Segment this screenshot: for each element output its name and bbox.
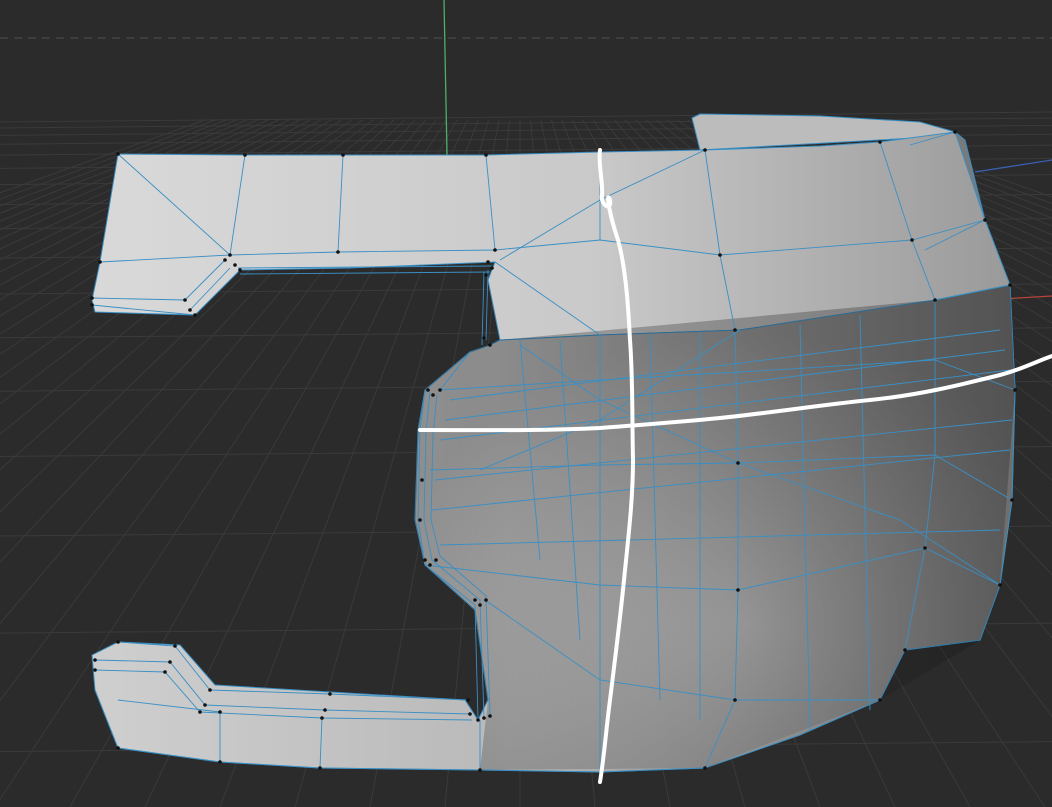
mesh-vertex (93, 668, 97, 672)
mesh-vertex (98, 260, 102, 264)
mesh-vertex (903, 648, 907, 652)
mesh-vertex (488, 343, 492, 347)
mesh-vertex (198, 710, 202, 714)
mesh-vertex (223, 258, 227, 262)
mesh-vertex (116, 746, 120, 750)
mesh-vertex (420, 478, 424, 482)
mesh-vertex (428, 563, 432, 567)
mesh-vertex (218, 760, 222, 764)
mesh-vertex (228, 253, 232, 257)
mesh-vertex (328, 692, 332, 696)
mesh-object[interactable] (90, 113, 1017, 773)
mesh-vertex (983, 218, 987, 222)
mesh-vertex (482, 336, 486, 340)
z-axis-line (974, 159, 1052, 173)
mesh-vertex (1008, 283, 1012, 287)
mesh-vertex (208, 688, 212, 692)
mesh-vertex (116, 640, 120, 644)
mesh-vertex (476, 718, 480, 722)
mesh-vertex (878, 140, 882, 144)
mesh-vertex (1010, 498, 1014, 502)
mesh-vertex (468, 712, 472, 716)
mesh-vertex (423, 558, 427, 562)
viewport-canvas[interactable] (0, 0, 1052, 807)
mesh-vertex (473, 598, 477, 602)
mesh-vertex (703, 766, 707, 770)
mesh-vertex (910, 238, 914, 242)
mesh-vertex (923, 546, 927, 550)
mesh-vertex (484, 598, 488, 602)
mesh-vertex (703, 148, 707, 152)
mesh-vertex (203, 703, 207, 707)
mesh-vertex (426, 388, 430, 392)
mesh-vertex (490, 266, 494, 270)
mesh-vertex (438, 388, 442, 392)
mesh-vertex (1013, 388, 1017, 392)
mesh-vertex (218, 710, 222, 714)
mesh-vertex (733, 698, 737, 702)
mesh-vertex (998, 583, 1002, 587)
mesh-vertex (318, 766, 322, 770)
mesh-vertex (493, 248, 497, 252)
mesh-vertex (233, 263, 237, 267)
mesh-vertex (488, 714, 492, 718)
mesh-vertex (434, 558, 438, 562)
mesh-vertex (718, 253, 722, 257)
mesh-vertex (953, 130, 957, 134)
mesh-vertex (183, 298, 187, 302)
mesh-vertex (878, 698, 882, 702)
mesh-vertex (90, 303, 94, 307)
mesh-vertex (482, 716, 486, 720)
mesh-vertex (341, 153, 345, 157)
mesh-vertex (238, 268, 242, 272)
mesh-vertex (188, 308, 192, 312)
mesh-vertex (486, 260, 490, 264)
mesh-vertex (478, 768, 482, 772)
mesh-vertex (163, 670, 167, 674)
mesh-vertex (484, 273, 488, 277)
mesh-vertex (116, 152, 120, 156)
mesh-vertex (93, 658, 97, 662)
mesh-vertex (484, 153, 488, 157)
mesh-vertex (336, 250, 340, 254)
mesh-vertex (733, 328, 737, 332)
mesh-vertex (431, 393, 435, 397)
mesh-vertex (168, 660, 172, 664)
mesh-vertex (478, 603, 482, 607)
mesh-vertex (243, 153, 247, 157)
3d-viewport[interactable] (0, 0, 1052, 807)
mesh-vertex (736, 588, 740, 592)
mesh-vertex (466, 698, 470, 702)
mesh-vertex (173, 644, 177, 648)
mesh-vertex (418, 518, 422, 522)
mesh-vertex (193, 313, 197, 317)
mesh-vertex (90, 296, 94, 300)
mesh-vertex (323, 708, 327, 712)
mesh-vertex (320, 716, 324, 720)
mesh-vertex (933, 298, 937, 302)
y-axis-line (443, 0, 448, 156)
mesh-vertex (736, 461, 740, 465)
